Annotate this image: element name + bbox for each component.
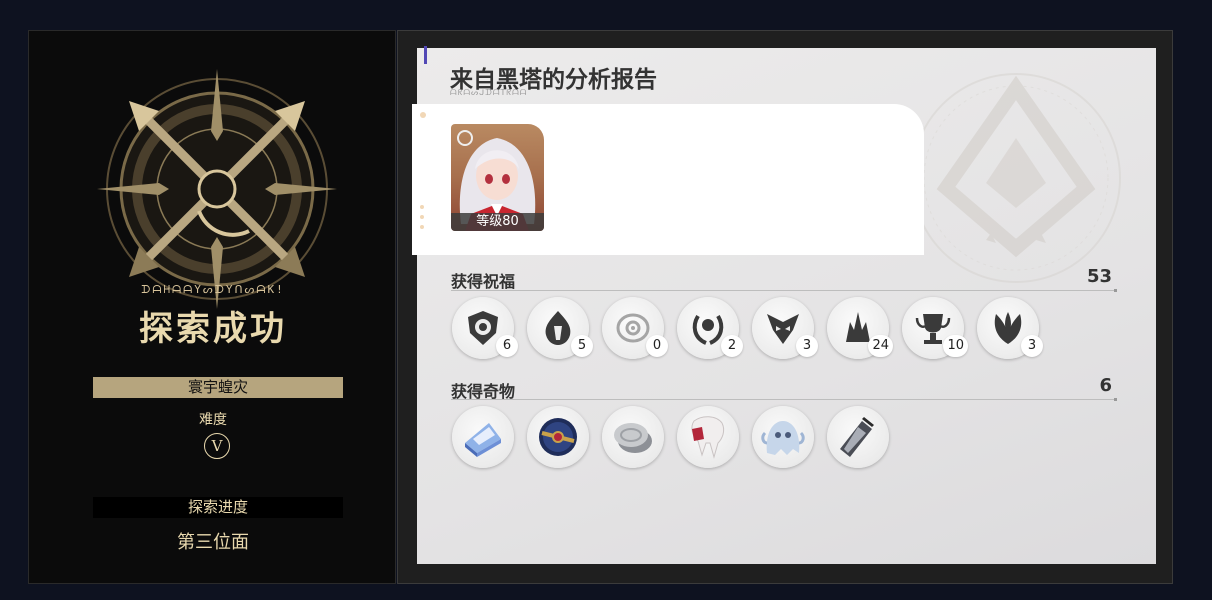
blessing-nihility[interactable]: 0 <box>602 297 668 359</box>
blessing-count: 0 <box>646 335 668 357</box>
blessing-count: 5 <box>571 335 593 357</box>
title-accent <box>424 46 427 64</box>
curio-item[interactable] <box>752 406 814 468</box>
card-dot <box>420 225 424 229</box>
silver-coin-icon <box>614 423 652 453</box>
blessings-row: 6 5 0 2 3 24 10 3 <box>452 297 1043 359</box>
character-level: 等级80 <box>451 213 544 231</box>
progress-value: 第三位面 <box>177 532 249 553</box>
curios-total: 6 <box>1099 375 1112 396</box>
blessing-count: 10 <box>943 335 968 357</box>
report-subtitle: ᗩᖇᗩᔕᒍᗪᗩTᖇᗩᗩ <box>450 88 528 97</box>
progress-label: 探索进度 <box>93 497 343 518</box>
blessing-count: 3 <box>796 335 818 357</box>
blessing-count: 2 <box>721 335 743 357</box>
curio-item[interactable] <box>452 406 514 468</box>
blessing-elation[interactable]: 2 <box>677 297 743 359</box>
curio-item[interactable] <box>827 406 889 468</box>
blessing-destruction[interactable]: 5 <box>527 297 593 359</box>
blessing-propagation[interactable]: 24 <box>827 297 893 359</box>
blessing-erudition[interactable]: 10 <box>902 297 968 359</box>
result-subtitle: ᗪᗩᕼᗩᗩYᔕᗪYᑎᔕᗩK! <box>141 283 285 296</box>
blessing-count: 24 <box>868 335 893 357</box>
result-title: 探索成功 <box>139 309 287 349</box>
card-dot <box>420 112 426 118</box>
ornate-orb-icon <box>539 418 577 456</box>
blessings-divider <box>451 289 1117 292</box>
blessing-count: 6 <box>496 335 518 357</box>
result-panel: ᗪᗩᕼᗩᗩYᔕᗪYᑎᔕᗩK! 探索成功 寰宇蝗灾 难度 Ⅴ 探索进度 第三位面 <box>28 30 396 584</box>
blessings-label: 获得祝福 <box>451 272 516 291</box>
mode-name: 寰宇蝗灾 <box>93 377 343 398</box>
crystal-cake-icon <box>465 423 501 457</box>
curio-item[interactable] <box>677 406 739 468</box>
curios-row <box>452 406 889 468</box>
difficulty-label: 难度 <box>199 412 227 428</box>
herta-watermark-icon <box>911 73 1121 283</box>
blessing-count: 3 <box>1021 335 1043 357</box>
blessing-preservation[interactable]: 6 <box>452 297 518 359</box>
fang-tooth-icon <box>691 416 725 459</box>
curios-divider <box>451 398 1117 401</box>
blessings-total: 53 <box>1086 266 1112 287</box>
card-dot <box>420 205 424 209</box>
blessing-abundance[interactable]: 3 <box>977 297 1043 359</box>
paint-tube-icon <box>840 417 874 457</box>
curio-item[interactable] <box>602 406 664 468</box>
crossed-spears-emblem-icon <box>97 69 337 309</box>
character-portrait[interactable]: 等级80 <box>451 124 544 231</box>
difficulty-value: Ⅴ <box>204 433 230 459</box>
curio-item[interactable] <box>527 406 589 468</box>
ghost-creature-icon <box>761 421 805 455</box>
card-dot <box>420 215 424 219</box>
blessing-remembrance[interactable]: 3 <box>752 297 818 359</box>
